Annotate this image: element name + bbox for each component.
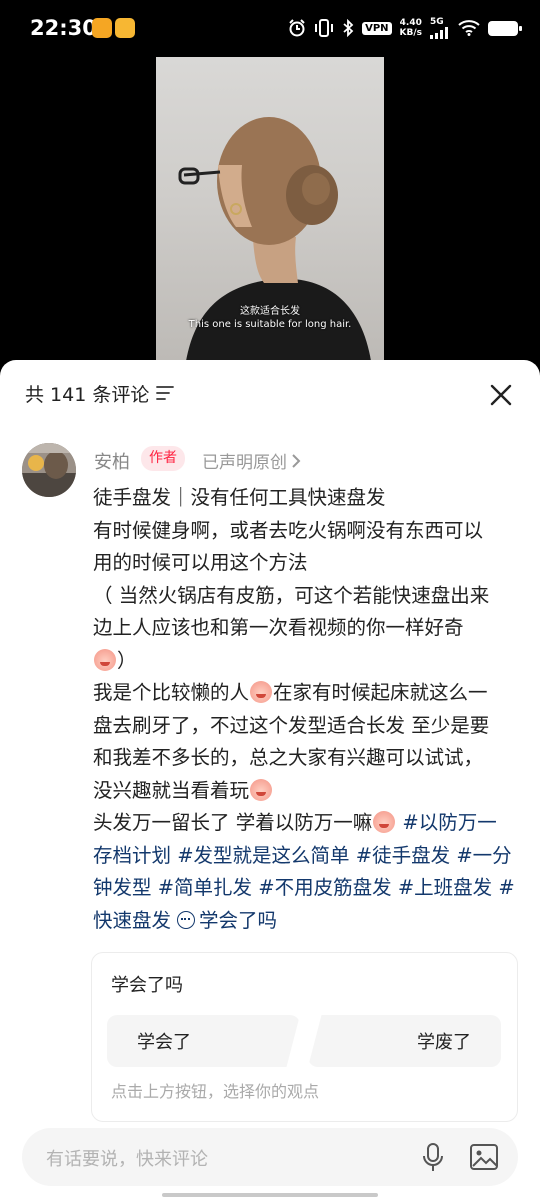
- post-text-line: 盘去刷牙了，不过这个发型适合长发 至少是要: [93, 713, 490, 737]
- post-text-fragment: 在家有时候起床就这么一: [273, 681, 488, 704]
- hashtag-link[interactable]: 快速盘发: [93, 909, 171, 932]
- vpn-badge: VPN: [362, 21, 392, 35]
- vibrate-icon: [315, 19, 334, 37]
- notification-app-icon-2: [115, 18, 135, 38]
- crying-face-emoji: [373, 811, 396, 833]
- author-badge: 作者: [141, 446, 185, 471]
- comment-count: 共 141 条评论: [25, 384, 150, 406]
- hashtag-link[interactable]: #简单扎发: [158, 876, 252, 899]
- poll-card: 学会了吗 学会了 学废了 点击上方按钮，选择你的观点: [91, 952, 518, 1122]
- status-bar: 22:30 VPN 4.40 KB/s 5G: [0, 0, 540, 56]
- hashtag-link[interactable]: #不用皮筋盘发: [258, 876, 391, 899]
- hashtag-link[interactable]: #: [498, 876, 514, 899]
- post-text-line: 快速盘发 学会了吗: [93, 905, 523, 938]
- close-button[interactable]: [484, 378, 518, 412]
- original-declaration-link[interactable]: 已声明原创: [202, 448, 301, 473]
- author-name[interactable]: 安柏: [94, 448, 130, 474]
- post-text-fragment: 没兴趣就当看着玩: [93, 778, 250, 802]
- post-text-line: 我是个比较懒的人 在家有时候起床就这么一: [93, 677, 523, 710]
- video-subtitle-english: This one is suitable for long hair.: [188, 319, 352, 330]
- post-text-fragment: 头发万一留长了 学着以防万一嘛: [93, 811, 373, 834]
- mic-icon[interactable]: [420, 1142, 446, 1174]
- poll-icon: [177, 910, 196, 929]
- video-subtitle-chinese: 这款适合长发: [240, 306, 300, 317]
- poll-hint: 点击上方按钮，选择你的观点: [111, 1082, 320, 1101]
- post-text-fragment: ）: [117, 648, 137, 672]
- video-player[interactable]: 这款适合长发 This one is suitable for long hai…: [156, 57, 384, 361]
- post-text-line: 边上人应该也和第一次看视频的你一样好奇: [93, 616, 464, 639]
- hashtag-link[interactable]: #上班盘发: [398, 876, 492, 899]
- post-text-line: 存档计划 #发型就是这么简单 #徒手盘发 #一分: [93, 840, 523, 873]
- network-type: 5G: [430, 17, 444, 27]
- hashtag-link[interactable]: #徒手盘发: [356, 844, 450, 867]
- hashtag-link[interactable]: 存档计划: [93, 844, 171, 867]
- post-title: 徒手盘发｜没有任何工具快速盘发: [93, 486, 386, 509]
- post-text-line: 有时候健身啊，或者去吃火锅啊没有东西可以: [93, 518, 484, 542]
- bluetooth-icon: [343, 19, 354, 37]
- image-icon[interactable]: [469, 1142, 499, 1172]
- post-text-line: 头发万一留长了 学着以防万一嘛 #以防万一: [93, 807, 523, 840]
- hashtag-link[interactable]: 钟发型: [93, 876, 152, 899]
- crying-face-emoji: [250, 681, 273, 703]
- post-text-fragment: 我是个比较懒的人: [93, 681, 250, 704]
- network-speed: 4.40 KB/s: [400, 18, 422, 38]
- post-text-line: 没兴趣就当看着玩: [93, 775, 523, 808]
- crying-face-emoji: [94, 648, 116, 671]
- battery-icon: [488, 20, 522, 36]
- signal-icon: [430, 27, 448, 39]
- speed-unit: KB/s: [399, 28, 422, 38]
- original-declaration-label: 已声明原创: [202, 453, 287, 473]
- comment-sheet: 共 141 条评论 安柏 作者 已声明原创 徒手盘发｜没有任何工具快速盘发 有时…: [0, 360, 540, 1200]
- status-time: 22:30: [30, 16, 97, 40]
- cell-signal: 5G: [430, 17, 450, 39]
- comment-input-bar[interactable]: 有话要说，快来评论: [22, 1128, 518, 1186]
- post-text-line: 钟发型 #简单扎发 #不用皮筋盘发 #上班盘发 #: [93, 872, 523, 905]
- poll-title: 学会了吗: [111, 975, 183, 996]
- post-text-line: 用的时候可以用这个方法: [93, 551, 308, 574]
- hashtag-link[interactable]: #一分: [456, 844, 511, 867]
- post-description: 徒手盘发｜没有任何工具快速盘发 有时候健身啊，或者去吃火锅啊没有东西可以 用的时…: [93, 482, 523, 937]
- poll-option-failed[interactable]: 学废了: [308, 1015, 501, 1067]
- post-text-line: 和我差不多长的，总之大家有兴趣可以试试，: [93, 746, 484, 769]
- hashtag-link[interactable]: #发型就是这么简单: [177, 844, 349, 867]
- avatar-image: [22, 443, 76, 497]
- author-avatar[interactable]: [22, 443, 76, 497]
- comment-input-placeholder[interactable]: 有话要说，快来评论: [46, 1145, 208, 1171]
- poll-link[interactable]: 学会了吗: [199, 909, 277, 932]
- speed-value: 4.40: [399, 18, 422, 28]
- wifi-icon: [458, 20, 480, 36]
- poll-option-learned[interactable]: 学会了: [107, 1015, 300, 1067]
- post-text-line: ）: [93, 645, 523, 678]
- post-text-line: （ 当然火锅店有皮筋，可这个若能快速盘出来: [93, 583, 490, 607]
- close-icon: [490, 384, 512, 406]
- comment-sheet-header: 共 141 条评论: [0, 360, 540, 424]
- chevron-right-icon: [292, 453, 301, 468]
- alarm-icon: [289, 19, 305, 37]
- status-icons: VPN 4.40 KB/s 5G: [288, 14, 522, 42]
- notification-app-icon: [92, 18, 112, 38]
- home-indicator[interactable]: [162, 1193, 378, 1197]
- crying-face-emoji: [250, 778, 273, 801]
- hashtag-link[interactable]: #以防万一: [402, 811, 496, 834]
- sort-icon[interactable]: [155, 384, 175, 402]
